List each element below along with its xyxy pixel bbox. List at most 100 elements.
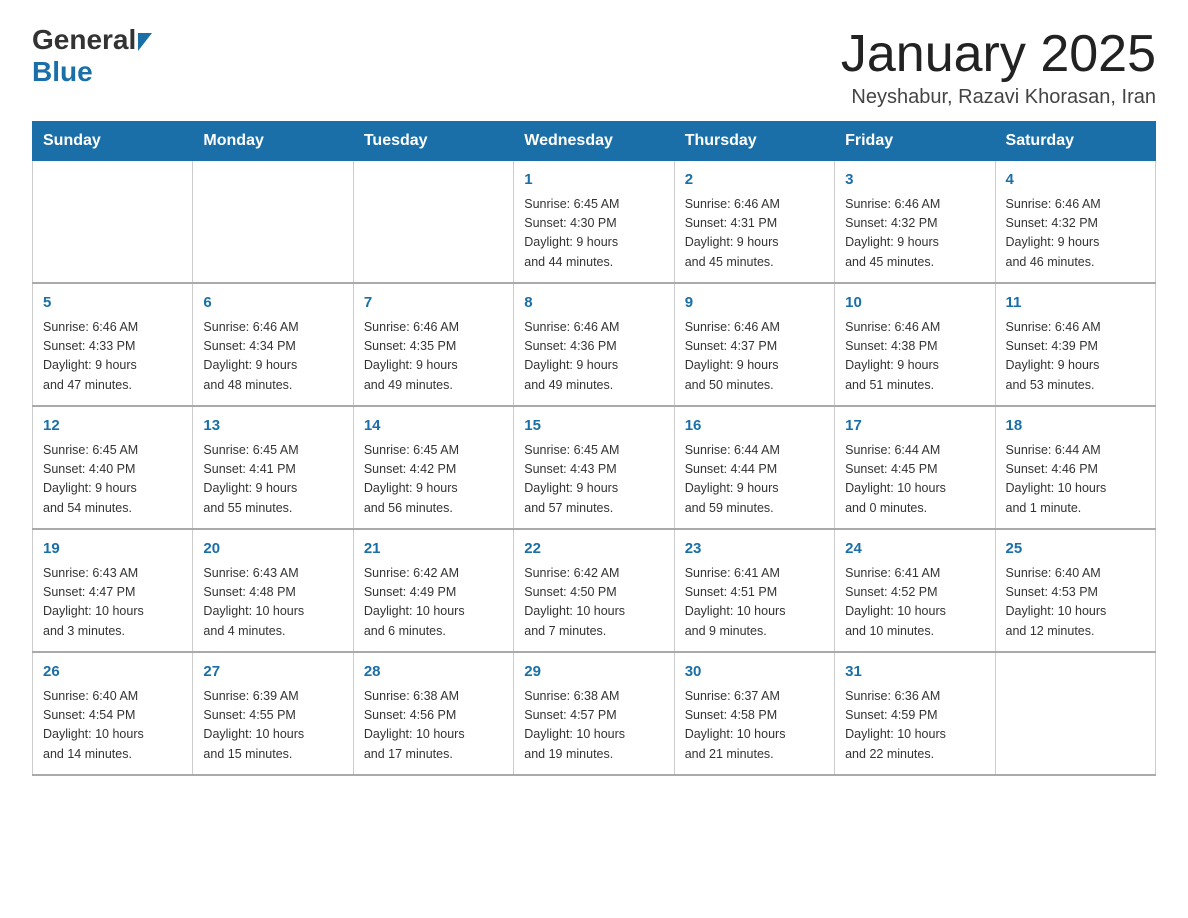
day-number: 14	[364, 415, 503, 438]
day-number: 8	[524, 292, 663, 315]
calendar-cell: 25 Sunrise: 6:40 AMSunset: 4:53 PMDayligh…	[995, 529, 1155, 652]
day-number: 18	[1006, 415, 1145, 438]
day-number: 12	[43, 415, 182, 438]
calendar-cell: 23Sunrise: 6:41 AMSunset: 4:51 PMDayligh…	[674, 529, 834, 652]
calendar-cell: 5 Sunrise: 6:46 AMSunset: 4:33 PMDaylight…	[33, 283, 193, 406]
calendar-cell: 7 Sunrise: 6:46 AMSunset: 4:35 PMDaylight…	[353, 283, 513, 406]
calendar-cell: 22 Sunrise: 6:42 AMSunset: 4:50 PMDayligh…	[514, 529, 674, 652]
calendar-cell	[193, 161, 353, 284]
calendar-cell: 20Sunrise: 6:43 AMSunset: 4:48 PMDayligh…	[193, 529, 353, 652]
calendar-cell: 6 Sunrise: 6:46 AMSunset: 4:34 PMDaylight…	[193, 283, 353, 406]
day-info: Sunrise: 6:46 AMSunset: 4:38 PMDaylight:…	[845, 318, 984, 396]
day-info: Sunrise: 6:37 AMSunset: 4:58 PMDaylight:…	[685, 687, 824, 765]
day-info: Sunrise: 6:46 AMSunset: 4:39 PMDaylight:…	[1006, 318, 1145, 396]
header-day-wednesday: Wednesday	[514, 122, 674, 161]
day-number: 26	[43, 661, 182, 684]
calendar-subtitle: Neyshabur, Razavi Khorasan, Iran	[841, 86, 1156, 109]
day-number: 3	[845, 169, 984, 192]
day-number: 22	[524, 538, 663, 561]
day-number: 4	[1006, 169, 1145, 192]
day-info: Sunrise: 6:46 AMSunset: 4:36 PMDaylight:…	[524, 318, 663, 396]
calendar-cell: 1 Sunrise: 6:45 AMSunset: 4:30 PMDaylight…	[514, 161, 674, 284]
calendar-cell: 11 Sunrise: 6:46 AMSunset: 4:39 PMDayligh…	[995, 283, 1155, 406]
day-info: Sunrise: 6:46 AMSunset: 4:32 PMDaylight:…	[1006, 195, 1145, 273]
calendar-cell: 29 Sunrise: 6:38 AMSunset: 4:57 PMDayligh…	[514, 652, 674, 775]
calendar-cell: 21Sunrise: 6:42 AMSunset: 4:49 PMDayligh…	[353, 529, 513, 652]
day-info: Sunrise: 6:40 AMSunset: 4:53 PMDaylight:…	[1006, 564, 1145, 642]
calendar-cell: 19Sunrise: 6:43 AMSunset: 4:47 PMDayligh…	[33, 529, 193, 652]
calendar-cell	[33, 161, 193, 284]
day-info: Sunrise: 6:46 AMSunset: 4:32 PMDaylight:…	[845, 195, 984, 273]
day-number: 29	[524, 661, 663, 684]
day-info: Sunrise: 6:45 AMSunset: 4:43 PMDaylight:…	[524, 441, 663, 519]
calendar-cell: 24Sunrise: 6:41 AMSunset: 4:52 PMDayligh…	[835, 529, 995, 652]
header-day-thursday: Thursday	[674, 122, 834, 161]
calendar-cell: 15 Sunrise: 6:45 AMSunset: 4:43 PMDayligh…	[514, 406, 674, 529]
day-info: Sunrise: 6:46 AMSunset: 4:35 PMDaylight:…	[364, 318, 503, 396]
day-number: 25	[1006, 538, 1145, 561]
day-info: Sunrise: 6:46 AMSunset: 4:33 PMDaylight:…	[43, 318, 182, 396]
calendar-cell: 16 Sunrise: 6:44 AMSunset: 4:44 PMDayligh…	[674, 406, 834, 529]
day-info: Sunrise: 6:40 AMSunset: 4:54 PMDaylight:…	[43, 687, 182, 765]
day-info: Sunrise: 6:45 AMSunset: 4:30 PMDaylight:…	[524, 195, 663, 273]
day-info: Sunrise: 6:41 AMSunset: 4:51 PMDaylight:…	[685, 564, 824, 642]
calendar-week-row: 1 Sunrise: 6:45 AMSunset: 4:30 PMDaylight…	[33, 161, 1156, 284]
calendar-cell: 18Sunrise: 6:44 AMSunset: 4:46 PMDayligh…	[995, 406, 1155, 529]
calendar-cell: 27 Sunrise: 6:39 AMSunset: 4:55 PMDayligh…	[193, 652, 353, 775]
calendar-cell	[995, 652, 1155, 775]
calendar-title: January 2025	[841, 24, 1156, 84]
calendar-week-row: 5 Sunrise: 6:46 AMSunset: 4:33 PMDaylight…	[33, 283, 1156, 406]
day-info: Sunrise: 6:46 AMSunset: 4:34 PMDaylight:…	[203, 318, 342, 396]
day-info: Sunrise: 6:38 AMSunset: 4:56 PMDaylight:…	[364, 687, 503, 765]
page-header: General Blue January 2025 Neyshabur, Raz…	[32, 24, 1156, 109]
day-number: 9	[685, 292, 824, 315]
day-info: Sunrise: 6:43 AMSunset: 4:47 PMDaylight:…	[43, 564, 182, 642]
calendar-cell: 3 Sunrise: 6:46 AMSunset: 4:32 PMDaylight…	[835, 161, 995, 284]
day-info: Sunrise: 6:46 AMSunset: 4:31 PMDaylight:…	[685, 195, 824, 273]
title-block: January 2025 Neyshabur, Razavi Khorasan,…	[841, 24, 1156, 109]
header-day-sunday: Sunday	[33, 122, 193, 161]
day-number: 1	[524, 169, 663, 192]
day-number: 11	[1006, 292, 1145, 315]
logo-arrow-icon	[138, 33, 152, 51]
day-info: Sunrise: 6:45 AMSunset: 4:40 PMDaylight:…	[43, 441, 182, 519]
calendar-cell: 12 Sunrise: 6:45 AMSunset: 4:40 PMDayligh…	[33, 406, 193, 529]
calendar-header-row: SundayMondayTuesdayWednesdayThursdayFrid…	[33, 122, 1156, 161]
day-info: Sunrise: 6:38 AMSunset: 4:57 PMDaylight:…	[524, 687, 663, 765]
day-number: 17	[845, 415, 984, 438]
header-day-tuesday: Tuesday	[353, 122, 513, 161]
calendar-cell: 28 Sunrise: 6:38 AMSunset: 4:56 PMDayligh…	[353, 652, 513, 775]
day-info: Sunrise: 6:43 AMSunset: 4:48 PMDaylight:…	[203, 564, 342, 642]
day-number: 16	[685, 415, 824, 438]
calendar-cell: 13 Sunrise: 6:45 AMSunset: 4:41 PMDayligh…	[193, 406, 353, 529]
calendar-cell: 10Sunrise: 6:46 AMSunset: 4:38 PMDayligh…	[835, 283, 995, 406]
day-number: 6	[203, 292, 342, 315]
calendar-cell: 31Sunrise: 6:36 AMSunset: 4:59 PMDayligh…	[835, 652, 995, 775]
day-number: 30	[685, 661, 824, 684]
calendar-cell: 2 Sunrise: 6:46 AMSunset: 4:31 PMDaylight…	[674, 161, 834, 284]
header-day-friday: Friday	[835, 122, 995, 161]
day-number: 5	[43, 292, 182, 315]
day-number: 15	[524, 415, 663, 438]
calendar-cell: 26 Sunrise: 6:40 AMSunset: 4:54 PMDayligh…	[33, 652, 193, 775]
calendar-week-row: 12 Sunrise: 6:45 AMSunset: 4:40 PMDayligh…	[33, 406, 1156, 529]
calendar-cell: 4 Sunrise: 6:46 AMSunset: 4:32 PMDaylight…	[995, 161, 1155, 284]
logo: General Blue	[32, 24, 152, 88]
day-info: Sunrise: 6:44 AMSunset: 4:45 PMDaylight:…	[845, 441, 984, 519]
day-number: 2	[685, 169, 824, 192]
day-info: Sunrise: 6:44 AMSunset: 4:44 PMDaylight:…	[685, 441, 824, 519]
day-number: 13	[203, 415, 342, 438]
day-info: Sunrise: 6:45 AMSunset: 4:41 PMDaylight:…	[203, 441, 342, 519]
day-info: Sunrise: 6:39 AMSunset: 4:55 PMDaylight:…	[203, 687, 342, 765]
day-number: 28	[364, 661, 503, 684]
day-number: 27	[203, 661, 342, 684]
calendar-cell: 8 Sunrise: 6:46 AMSunset: 4:36 PMDaylight…	[514, 283, 674, 406]
calendar-cell: 17 Sunrise: 6:44 AMSunset: 4:45 PMDayligh…	[835, 406, 995, 529]
day-info: Sunrise: 6:42 AMSunset: 4:50 PMDaylight:…	[524, 564, 663, 642]
day-number: 7	[364, 292, 503, 315]
calendar-cell	[353, 161, 513, 284]
day-number: 31	[845, 661, 984, 684]
logo-blue-text: Blue	[32, 56, 93, 88]
day-info: Sunrise: 6:45 AMSunset: 4:42 PMDaylight:…	[364, 441, 503, 519]
calendar-cell: 30 Sunrise: 6:37 AMSunset: 4:58 PMDayligh…	[674, 652, 834, 775]
